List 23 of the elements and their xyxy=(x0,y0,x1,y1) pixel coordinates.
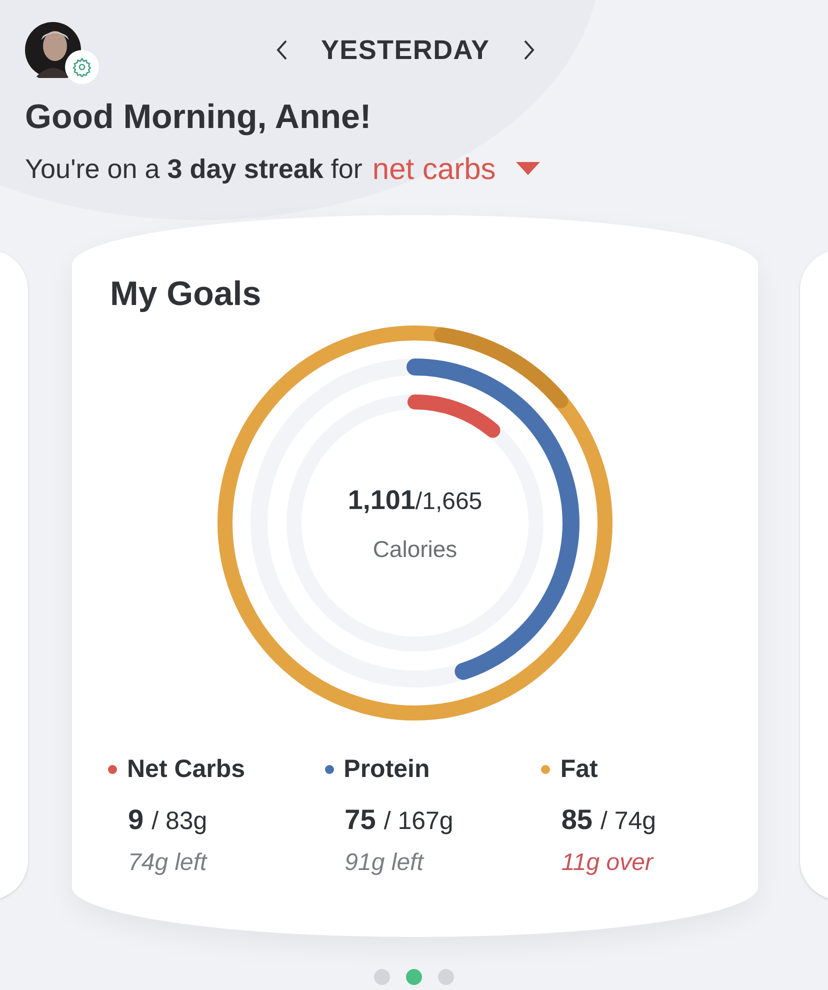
macro-eaten: 9 xyxy=(128,802,144,836)
calories-eaten: 1,101 xyxy=(348,484,416,516)
macro-goal: / 74g xyxy=(600,806,656,836)
macro-remaining: 91g left xyxy=(344,848,426,878)
caret-icon xyxy=(516,162,540,176)
date-label: YESTERDAY xyxy=(321,34,490,67)
macro-goal: / 167g xyxy=(384,806,454,836)
macro-goal: / 83g xyxy=(152,806,208,836)
calories-goal: /1,665 xyxy=(415,486,482,516)
macro-remaining: 74g left xyxy=(128,848,208,878)
previous-day-icon[interactable] xyxy=(275,39,289,61)
greeting: Good Morning, Anne! xyxy=(25,97,372,138)
calories-label: Calories xyxy=(372,535,458,564)
macro-name: Protein xyxy=(344,754,430,785)
streak-text: You're on a 3 day streak for xyxy=(25,152,362,186)
next-day-icon[interactable] xyxy=(522,39,536,61)
macro-eaten: 85 xyxy=(561,802,592,836)
card-title: My Goals xyxy=(110,277,262,311)
macro-remaining: 11g over xyxy=(561,848,655,878)
macro-name: Fat xyxy=(560,754,598,785)
macro-eaten: 75 xyxy=(344,802,376,836)
nutrient-dropdown[interactable]: net carbs xyxy=(372,146,540,192)
macro-name: Net Carbs xyxy=(127,754,246,785)
